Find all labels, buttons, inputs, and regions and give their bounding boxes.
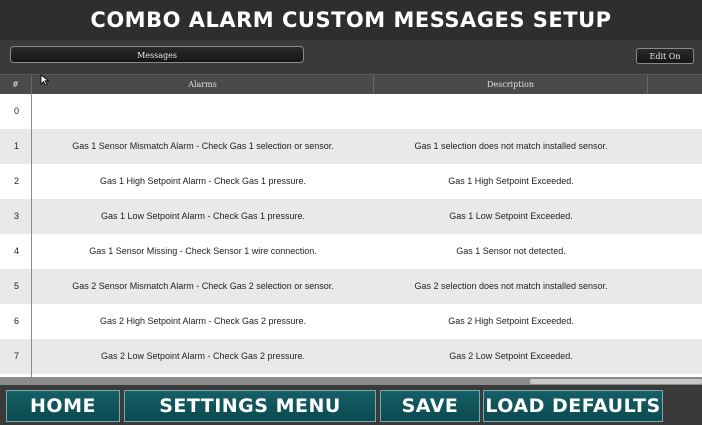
row-number: 7: [14, 351, 20, 361]
row-number: 1: [14, 141, 20, 151]
alarm-cell[interactable]: Gas 2 High Setpoint Alarm - Check Gas 2 …: [32, 304, 374, 339]
table-row[interactable]: 1 Gas 1 Sensor Mismatch Alarm - Check Ga…: [0, 129, 702, 164]
scrollbar-thumb[interactable]: [530, 379, 702, 384]
mouse-cursor-icon: [40, 74, 50, 86]
footer-navigation: HOME SETTINGS MENU SAVE LOAD DEFAULTS: [0, 385, 702, 425]
description-cell[interactable]: Gas 2 selection does not match installed…: [374, 269, 648, 304]
column-header-alarms[interactable]: Alarms: [32, 75, 374, 95]
load-defaults-button[interactable]: LOAD DEFAULTS: [483, 390, 663, 422]
row-number: 4: [14, 246, 20, 256]
row-number: 2: [14, 176, 20, 186]
row-number: 3: [14, 211, 20, 221]
row-number: 5: [14, 281, 20, 291]
table-row[interactable]: 0: [0, 94, 702, 129]
description-cell[interactable]: Gas 1 Low Setpoint Exceeded.: [374, 199, 648, 234]
messages-button[interactable]: Messages: [10, 46, 304, 63]
alarm-cell[interactable]: Gas 1 High Setpoint Alarm - Check Gas 1 …: [32, 164, 374, 199]
alarm-cell[interactable]: Gas 2 Low Setpoint Alarm - Check Gas 2 p…: [32, 339, 374, 374]
description-cell[interactable]: Gas 1 Sensor not detected.: [374, 234, 648, 269]
alarm-cell[interactable]: Gas 2 Sensor Mismatch Alarm - Check Gas …: [32, 269, 374, 304]
table-row[interactable]: 4 Gas 1 Sensor Missing - Check Sensor 1 …: [0, 234, 702, 269]
table-row[interactable]: 3 Gas 1 Low Setpoint Alarm - Check Gas 1…: [0, 199, 702, 234]
description-cell[interactable]: Gas 2 High Setpoint Exceeded.: [374, 304, 648, 339]
description-cell[interactable]: Gas 1 selection does not match installed…: [374, 129, 648, 164]
alarm-cell[interactable]: Gas 1 Sensor Mismatch Alarm - Check Gas …: [32, 129, 374, 164]
alarm-cell[interactable]: [32, 94, 374, 129]
toolbar: Messages Edit On: [0, 40, 702, 72]
table-row[interactable]: 2 Gas 1 High Setpoint Alarm - Check Gas …: [0, 164, 702, 199]
page-title: COMBO ALARM CUSTOM MESSAGES SETUP: [0, 0, 702, 40]
table-row[interactable]: 6 Gas 2 High Setpoint Alarm - Check Gas …: [0, 304, 702, 339]
alarm-cell[interactable]: Gas 1 Sensor Missing - Check Sensor 1 wi…: [32, 234, 374, 269]
horizontal-scrollbar[interactable]: [0, 377, 702, 385]
column-header-description[interactable]: Description: [374, 75, 648, 95]
column-header-number: #: [0, 75, 32, 95]
table-header: # Alarms Description: [0, 74, 702, 95]
row-number: 0: [14, 106, 20, 116]
column-header-blank: [648, 75, 694, 95]
home-button[interactable]: HOME: [6, 390, 120, 422]
description-cell[interactable]: Gas 1 High Setpoint Exceeded.: [374, 164, 648, 199]
column-divider: [31, 94, 32, 380]
save-button[interactable]: SAVE: [380, 390, 480, 422]
messages-table: 0 1 Gas 1 Sensor Mismatch Alarm - Check …: [0, 94, 702, 377]
alarm-cell[interactable]: Gas 1 Low Setpoint Alarm - Check Gas 1 p…: [32, 199, 374, 234]
description-cell[interactable]: [374, 94, 648, 129]
row-number: 6: [14, 316, 20, 326]
settings-menu-button[interactable]: SETTINGS MENU: [124, 390, 376, 422]
table-row[interactable]: 5 Gas 2 Sensor Mismatch Alarm - Check Ga…: [0, 269, 702, 304]
table-row[interactable]: 7 Gas 2 Low Setpoint Alarm - Check Gas 2…: [0, 339, 702, 374]
edit-on-button[interactable]: Edit On: [636, 48, 694, 64]
description-cell[interactable]: Gas 2 Low Setpoint Exceeded.: [374, 339, 648, 374]
